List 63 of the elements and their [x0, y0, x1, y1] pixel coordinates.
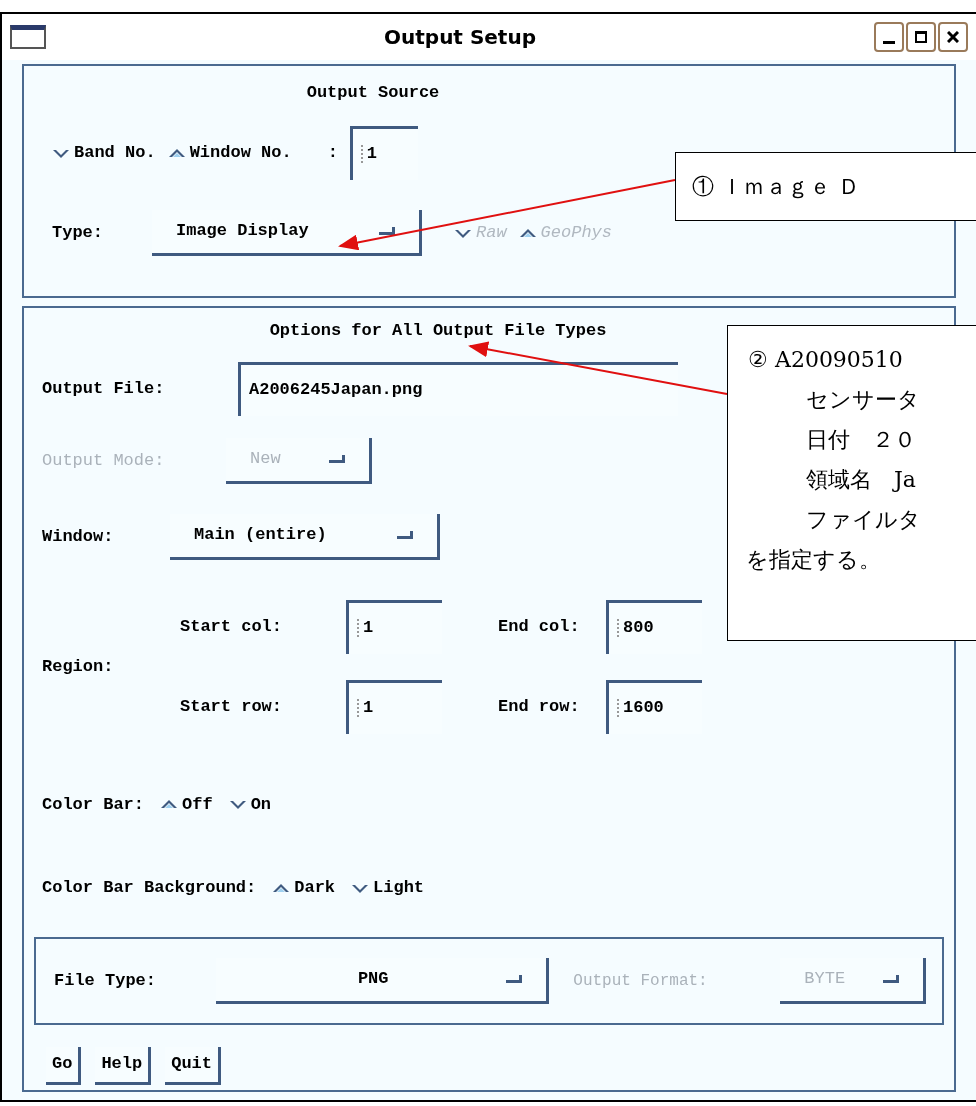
- field-label: End col:: [497, 615, 581, 638]
- callout-text: 日付 ２０: [805, 426, 917, 454]
- text-field[interactable]: 800: [606, 599, 702, 654]
- text-cursor-icon: [617, 699, 621, 717]
- text-field[interactable]: 1: [346, 599, 442, 654]
- text-cursor-icon: [357, 619, 361, 637]
- action-button[interactable]: Go: [46, 1046, 82, 1085]
- window-title: Output Setup: [383, 24, 537, 51]
- radio-label: Light: [373, 877, 425, 899]
- field-label: Output Mode:: [42, 449, 166, 472]
- text-field[interactable]: A2006245Japan.png: [238, 361, 678, 416]
- text-field[interactable]: 1600: [606, 679, 702, 734]
- radio-label: On: [250, 793, 272, 816]
- field-label: Window:: [42, 525, 115, 548]
- field-label: Output Format:: [573, 970, 709, 992]
- text-field[interactable]: 1: [349, 125, 418, 180]
- callout-text: 領域名 Ja: [805, 466, 917, 494]
- radio-label: Band No.: [74, 141, 156, 164]
- dropdown-caret-icon: [329, 455, 345, 463]
- minimize-button[interactable]: [874, 22, 904, 52]
- field-label: Output File:: [42, 377, 166, 400]
- text-cursor-icon: [617, 619, 621, 637]
- radio-diamond-icon[interactable]: [167, 146, 186, 159]
- colon-label: :: [327, 141, 338, 164]
- field-label: Start row:: [180, 695, 284, 718]
- radio-label: Raw: [476, 221, 507, 244]
- dropdown-button[interactable]: Image Display: [152, 209, 422, 256]
- dropdown-caret-icon: [397, 531, 413, 539]
- radio-label: Off: [182, 793, 213, 816]
- dropdown-caret-icon: [506, 975, 523, 983]
- field-label: End row:: [497, 695, 581, 718]
- dropdown-button[interactable]: Main (entire): [170, 513, 440, 560]
- text-field[interactable]: 1: [346, 679, 442, 734]
- close-icon: [947, 31, 959, 43]
- text-cursor-icon: [357, 699, 361, 717]
- field-label: Type:: [52, 221, 104, 244]
- radio-check-icon[interactable]: [228, 798, 247, 811]
- radio-diamond-icon[interactable]: [272, 881, 291, 894]
- callout-text: を指定する。: [745, 546, 882, 574]
- field-label: Start col:: [180, 615, 284, 638]
- field-label: File Type:: [54, 969, 158, 992]
- radio-diamond-icon[interactable]: [160, 798, 179, 811]
- callout-text: ① Ｉｍａｇｅ Ｄ: [692, 173, 860, 201]
- dropdown-button[interactable]: PNG: [216, 957, 550, 1004]
- callout-text: ② A20090510: [748, 346, 904, 374]
- action-button[interactable]: Help: [95, 1046, 152, 1085]
- dropdown-caret-icon: [883, 975, 899, 983]
- radio-label: GeoPhys: [540, 221, 613, 244]
- window-menu-icon[interactable]: [10, 25, 46, 49]
- radio-label: Window No.: [189, 141, 292, 164]
- field-label: Color Bar Background:: [42, 877, 257, 899]
- field-label: Region:: [42, 655, 115, 678]
- action-button[interactable]: Quit: [165, 1046, 222, 1085]
- section-title: Output Source: [305, 82, 441, 104]
- callout-text: センサータ: [805, 386, 921, 414]
- close-button[interactable]: [938, 22, 968, 52]
- field-label: Color Bar:: [42, 793, 145, 816]
- text-cursor-icon: [360, 145, 365, 163]
- section-title: Options for All Output File Types: [268, 320, 608, 342]
- radio-label: Dark: [294, 877, 336, 899]
- dropdown-caret-icon: [379, 227, 395, 235]
- callout-text: ファイルタ: [805, 506, 922, 534]
- maximize-button[interactable]: [906, 22, 936, 52]
